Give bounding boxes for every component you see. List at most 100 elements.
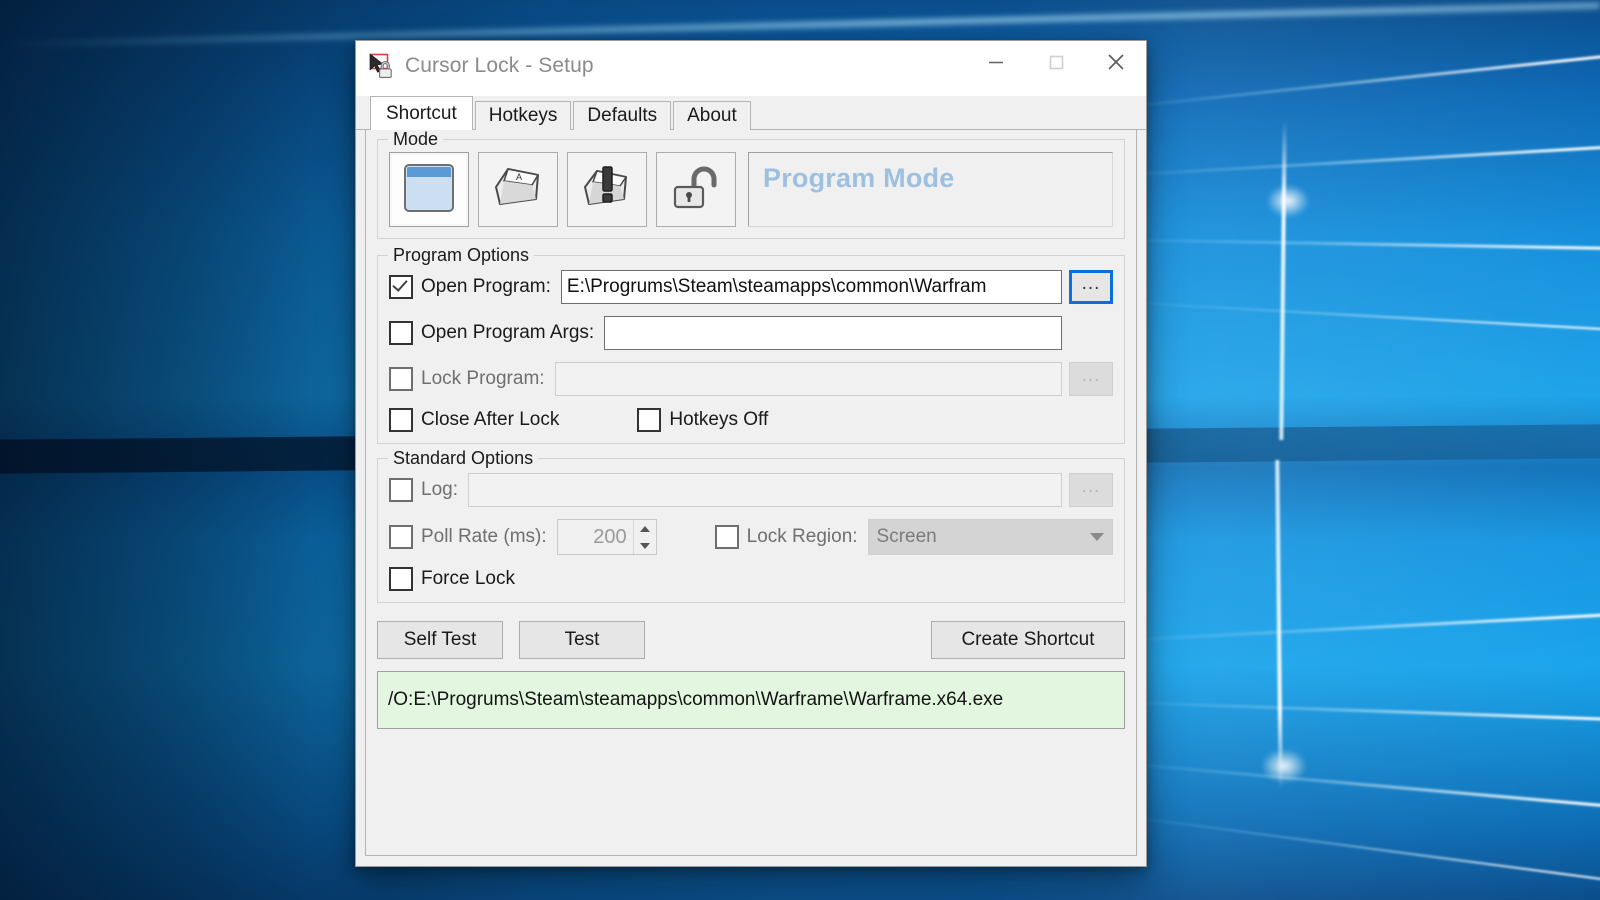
open-program-args-checkbox-wrap[interactable]: Open Program Args:: [389, 321, 594, 345]
window-icon: [403, 163, 455, 216]
poll-rate-label: Poll Rate (ms):: [421, 526, 547, 547]
window-controls: [966, 41, 1146, 83]
mode-button-key-exclamation[interactable]: [567, 152, 647, 227]
wallpaper-hotspot: [1252, 742, 1316, 790]
log-label: Log:: [421, 479, 458, 500]
lock-region-checkbox-wrap[interactable]: Lock Region:: [714, 525, 858, 549]
mode-description-panel: Program Mode: [748, 152, 1113, 227]
shortcut-tab-page: Mode A Program Mode Program Options Open…: [365, 129, 1137, 856]
tab-shortcut[interactable]: Shortcut: [370, 96, 473, 130]
close-after-lock-checkbox[interactable]: [389, 408, 413, 432]
wallpaper-light-streak: [1099, 612, 1600, 643]
tab-label: Defaults: [587, 105, 658, 126]
standard-options-legend: Standard Options: [388, 448, 539, 469]
open-program-args-checkbox[interactable]: [389, 321, 413, 345]
open-program-input[interactable]: E:\Progrums\Steam\steamapps\common\Warfr…: [560, 270, 1062, 304]
mode-button-unlock[interactable]: [656, 152, 736, 227]
tab-hotkeys[interactable]: Hotkeys: [474, 101, 572, 130]
lock-program-checkbox-wrap[interactable]: Lock Program:: [389, 367, 545, 391]
program-options-legend: Program Options: [388, 245, 535, 266]
maximize-icon[interactable]: [1026, 41, 1086, 83]
poll-rate-row: Poll Rate (ms): 200 Lock Region: Screen: [389, 519, 1113, 555]
log-checkbox-wrap[interactable]: Log:: [389, 478, 458, 502]
open-program-label: Open Program:: [421, 276, 551, 297]
log-checkbox[interactable]: [389, 478, 413, 502]
open-program-value: E:\Progrums\Steam\steamapps\common\Warfr…: [566, 276, 987, 297]
close-icon[interactable]: [1086, 41, 1146, 83]
cursor-lock-setup-window: Cursor Lock - Setup Shortcut Hotkeys Def…: [355, 40, 1147, 867]
wallpaper-light-streak: [1099, 700, 1600, 722]
spinner-down-icon[interactable]: [634, 537, 656, 554]
keyboard-key-icon: A: [491, 163, 545, 216]
lock-region-label: Lock Region:: [746, 526, 858, 547]
standard-options-group: Standard Options Log: ... Poll Rate (ms)…: [377, 448, 1125, 603]
lock-program-browse-label: ...: [1081, 365, 1101, 386]
tab-strip: Shortcut Hotkeys Defaults About: [356, 96, 1146, 130]
lock-region-select[interactable]: Screen: [867, 519, 1113, 555]
spinner-up-icon[interactable]: [634, 520, 656, 537]
create-shortcut-label: Create Shortcut: [961, 629, 1095, 650]
log-browse-label: ...: [1081, 476, 1101, 497]
tab-label: About: [687, 105, 737, 126]
poll-rate-checkbox-wrap[interactable]: Poll Rate (ms):: [389, 525, 547, 549]
tab-label: Shortcut: [386, 102, 457, 124]
test-label: Test: [564, 629, 600, 650]
mode-button-keyboard[interactable]: A: [478, 152, 558, 227]
open-program-browse-button[interactable]: ...: [1069, 270, 1113, 304]
status-bar: /O:E:\Progrums\Steam\steamapps\common\Wa…: [377, 671, 1125, 729]
program-options-group: Program Options Open Program: E:\Progrum…: [377, 245, 1125, 444]
open-program-checkbox-wrap[interactable]: Open Program:: [389, 275, 551, 299]
wallpaper-light-streak: [1099, 53, 1600, 111]
mode-selected-label: Program Mode: [763, 163, 955, 193]
create-shortcut-button[interactable]: Create Shortcut: [931, 621, 1125, 659]
mode-button-program[interactable]: [389, 152, 469, 227]
lock-region-value: Screen: [876, 526, 937, 547]
status-text: /O:E:\Progrums\Steam\steamapps\common\Wa…: [388, 689, 1004, 710]
tab-about[interactable]: About: [673, 101, 751, 130]
open-program-browse-label: ...: [1081, 273, 1101, 294]
wallpaper-hotspot: [1258, 178, 1318, 224]
minimize-icon[interactable]: [966, 41, 1026, 83]
open-program-row: Open Program: E:\Progrums\Steam\steamapp…: [389, 270, 1113, 304]
close-after-lock-checkbox-wrap[interactable]: Close After Lock: [389, 408, 559, 432]
log-input: [467, 473, 1062, 507]
chevron-down-icon: [1090, 533, 1104, 541]
tab-defaults[interactable]: Defaults: [573, 101, 672, 130]
tab-label: Hotkeys: [488, 105, 558, 126]
action-button-row: Self Test Test Create Shortcut: [377, 621, 1125, 659]
desktop: Cursor Lock - Setup Shortcut Hotkeys Def…: [0, 0, 1600, 900]
lock-program-browse-button: ...: [1069, 362, 1113, 396]
open-program-args-label: Open Program Args:: [421, 322, 595, 343]
lock-flags-row: Close After Lock Hotkeys Off: [389, 408, 1113, 432]
lock-program-checkbox[interactable]: [389, 367, 413, 391]
close-after-lock-label: Close After Lock: [421, 409, 560, 430]
force-lock-checkbox-wrap[interactable]: Force Lock: [389, 567, 515, 591]
poll-rate-checkbox[interactable]: [389, 525, 413, 549]
wallpaper-light-streak: [1099, 760, 1600, 809]
mode-row: A Program Mode: [389, 152, 1113, 227]
lock-program-input: [554, 362, 1062, 396]
log-browse-button: ...: [1069, 473, 1113, 507]
hotkeys-off-checkbox-wrap[interactable]: Hotkeys Off: [637, 408, 768, 432]
open-program-args-input[interactable]: [604, 316, 1062, 350]
cursor-lock-icon: [367, 52, 395, 80]
open-program-checkbox[interactable]: [389, 275, 413, 299]
lock-region-checkbox[interactable]: [714, 525, 739, 549]
mode-group-legend: Mode: [388, 129, 444, 150]
title-bar[interactable]: Cursor Lock - Setup: [356, 41, 1146, 96]
poll-rate-stepper[interactable]: 200: [556, 519, 657, 555]
self-test-button[interactable]: Self Test: [377, 621, 503, 659]
wallpaper-light-streak: [1099, 300, 1600, 332]
poll-rate-arrows[interactable]: [632, 520, 656, 554]
test-button[interactable]: Test: [519, 621, 645, 659]
log-row: Log: ...: [389, 473, 1113, 507]
wallpaper-mullion: [1275, 459, 1283, 791]
force-lock-checkbox[interactable]: [389, 567, 413, 591]
poll-rate-value: 200: [593, 525, 627, 548]
window-title: Cursor Lock - Setup: [405, 54, 594, 77]
lock-program-label: Lock Program:: [421, 368, 545, 389]
mode-group: Mode A Program Mode: [377, 129, 1125, 239]
hotkeys-off-checkbox[interactable]: [637, 408, 662, 432]
force-lock-label: Force Lock: [421, 568, 515, 589]
key-exclamation-icon: [580, 163, 634, 216]
